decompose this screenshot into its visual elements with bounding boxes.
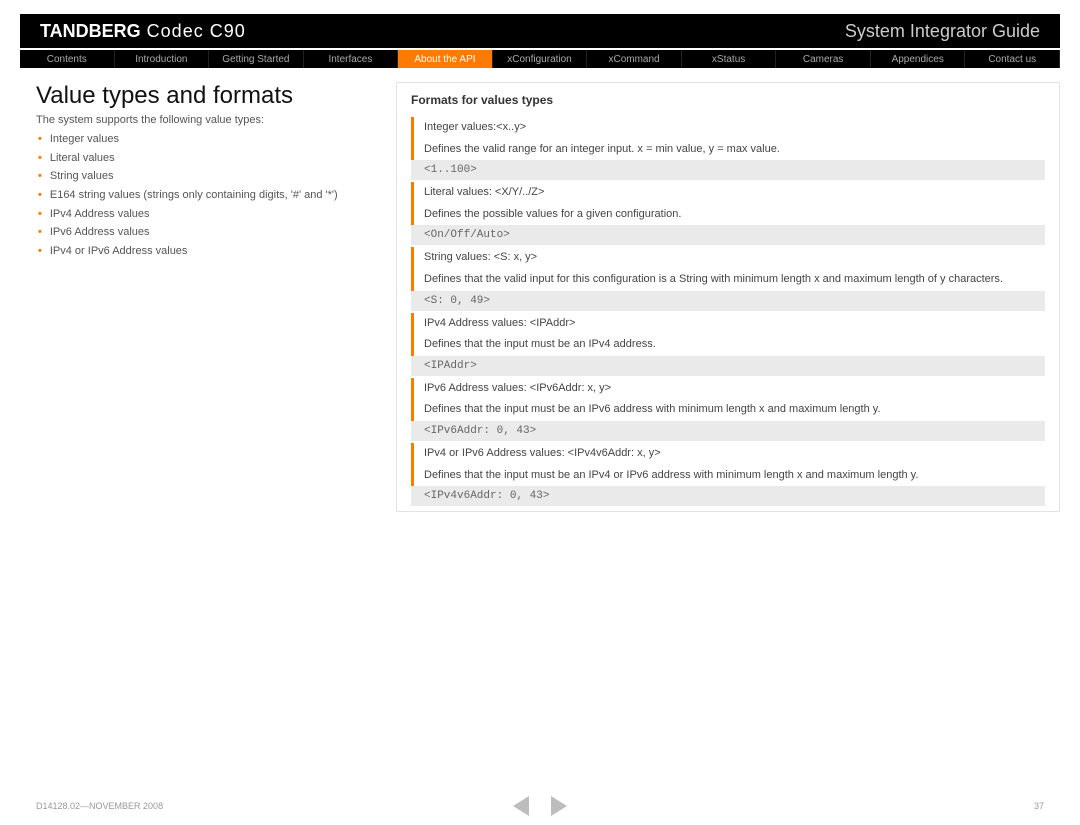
format-desc: Defines the valid range for an integer i… <box>411 139 1045 161</box>
nav-item-introduction[interactable]: Introduction <box>115 50 210 68</box>
format-example: <IPv6Addr: 0, 43> <box>411 421 1045 441</box>
next-page-icon[interactable] <box>551 796 567 816</box>
format-title: Integer values:<x..y> <box>411 117 1045 139</box>
left-column: Value types and formats The system suppo… <box>36 82 356 512</box>
format-desc: Defines that the input must be an IPv4 o… <box>411 465 1045 487</box>
list-item: IPv4 or IPv6 Address values <box>38 242 356 261</box>
format-title: IPv4 or IPv6 Address values: <IPv4v6Addr… <box>411 443 1045 465</box>
format-example: <S: 0, 49> <box>411 291 1045 311</box>
format-desc: Defines that the valid input for this co… <box>411 269 1045 291</box>
format-example: <IPv4v6Addr: 0, 43> <box>411 486 1045 506</box>
format-desc: Defines that the input must be an IPv4 a… <box>411 334 1045 356</box>
format-title: Literal values: <X/Y/../Z> <box>411 182 1045 204</box>
list-item: E164 string values (strings only contain… <box>38 186 356 205</box>
format-title: String values: <S: x, y> <box>411 247 1045 269</box>
page-number: 37 <box>1034 801 1044 811</box>
nav-item-about-the-api[interactable]: About the API <box>398 50 493 68</box>
value-types-list: Integer valuesLiteral valuesString value… <box>36 130 356 261</box>
nav-item-xstatus[interactable]: xStatus <box>682 50 777 68</box>
format-title: IPv4 Address values: <IPAddr> <box>411 313 1045 335</box>
list-item: IPv4 Address values <box>38 205 356 224</box>
brand-product: Codec C90 <box>141 21 246 41</box>
format-title: IPv6 Address values: <IPv6Addr: x, y> <box>411 378 1045 400</box>
list-item: IPv6 Address values <box>38 223 356 242</box>
format-example: <On/Off/Auto> <box>411 225 1045 245</box>
list-item: Integer values <box>38 130 356 149</box>
guide-title: System Integrator Guide <box>845 21 1040 42</box>
nav-item-appendices[interactable]: Appendices <box>871 50 966 68</box>
content-area: Value types and formats The system suppo… <box>0 70 1080 512</box>
top-nav: ContentsIntroductionGetting StartedInter… <box>20 50 1060 68</box>
doc-ref: D14128.02—NOVEMBER 2008 <box>36 801 163 811</box>
page-footer: D14128.02—NOVEMBER 2008 37 <box>36 801 1044 811</box>
format-desc: Defines the possible values for a given … <box>411 204 1045 226</box>
format-example: <1..100> <box>411 160 1045 180</box>
intro-text: The system supports the following value … <box>36 114 356 126</box>
nav-item-getting-started[interactable]: Getting Started <box>209 50 304 68</box>
footer-nav <box>513 796 567 816</box>
nav-item-contact-us[interactable]: Contact us <box>965 50 1060 68</box>
page-title: Value types and formats <box>36 82 356 110</box>
nav-item-contents[interactable]: Contents <box>20 50 115 68</box>
formats-heading: Formats for values types <box>397 83 1059 113</box>
brand: TANDBERG Codec C90 <box>40 21 246 42</box>
list-item: Literal values <box>38 149 356 168</box>
list-item: String values <box>38 167 356 186</box>
right-panel: Formats for values types Integer values:… <box>396 82 1060 512</box>
nav-item-xcommand[interactable]: xCommand <box>587 50 682 68</box>
format-desc: Defines that the input must be an IPv6 a… <box>411 399 1045 421</box>
nav-item-cameras[interactable]: Cameras <box>776 50 871 68</box>
nav-item-interfaces[interactable]: Interfaces <box>304 50 399 68</box>
page-header: TANDBERG Codec C90 System Integrator Gui… <box>20 14 1060 48</box>
formats-body: Integer values:<x..y>Defines the valid r… <box>397 113 1059 518</box>
brand-bold: TANDBERG <box>40 21 141 41</box>
format-example: <IPAddr> <box>411 356 1045 376</box>
prev-page-icon[interactable] <box>513 796 529 816</box>
nav-item-xconfiguration[interactable]: xConfiguration <box>493 50 588 68</box>
